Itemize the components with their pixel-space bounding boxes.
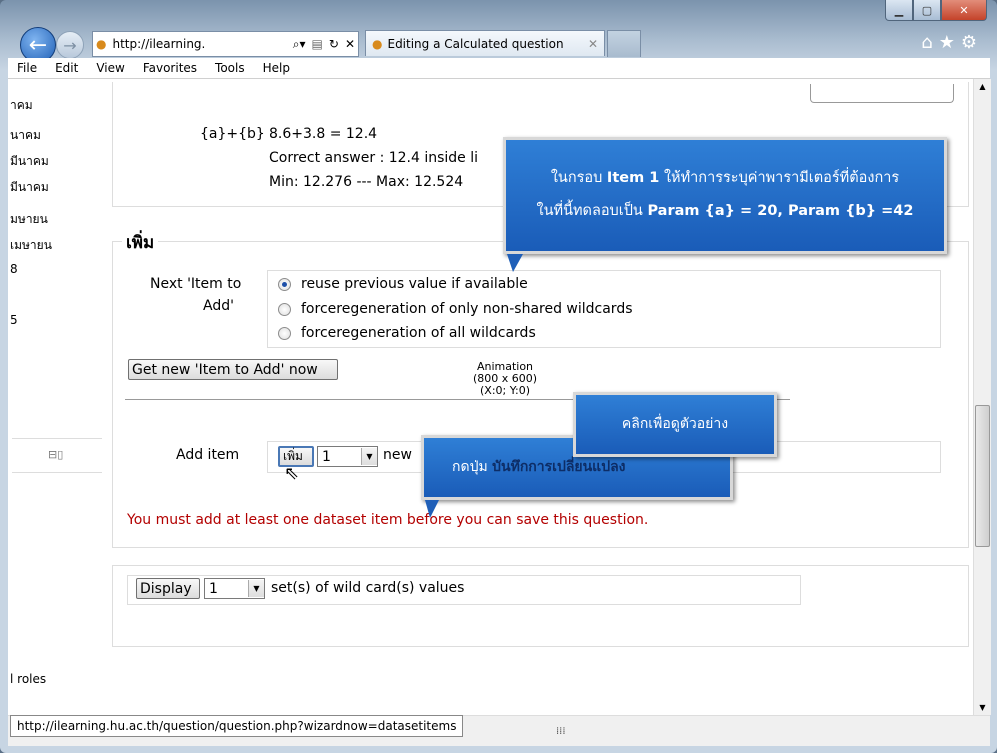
tab-close-icon[interactable]: ✕ [588, 37, 598, 51]
divider [12, 472, 102, 473]
scroll-up-icon[interactable]: ▲ [974, 79, 991, 91]
dropdown-arrow-icon[interactable]: ▼ [361, 448, 377, 465]
instruction-line-1: ในกรอบ Item 1 ให้ทำการระบุค่าพารามีเตอร์… [550, 170, 900, 186]
left-nav-roles-link[interactable]: l roles [10, 672, 46, 686]
save-callout-text: กดปุ่ม [452, 459, 493, 475]
add-count-value: 1 [322, 448, 331, 465]
left-nav-item[interactable]: มษายน [10, 210, 48, 229]
site-icon: ● [372, 36, 383, 51]
left-nav-item[interactable]: 8 [10, 262, 18, 276]
get-new-item-button[interactable]: Get new 'Item to Add' now [128, 359, 338, 380]
mouse-cursor-icon: ⇖ [284, 463, 300, 484]
radio-checked-icon[interactable] [278, 277, 291, 291]
left-nav-item[interactable]: มีนาคม [10, 152, 49, 171]
refresh-icon[interactable]: ↻ [326, 37, 342, 51]
instruction-line-2: ในที่นี้ทดลอบเป็น Param {a} = 20, Param … [536, 203, 914, 219]
instruction-callout: ในกรอบ Item 1 ให้ทำการระบุค่าพารามีเตอร์… [503, 137, 947, 254]
left-nav-item[interactable]: าคม [10, 96, 33, 115]
search-icon[interactable]: ⌕▾ [290, 37, 309, 52]
option-label: forceregeneration of all wildcards [301, 325, 536, 341]
toolbar-right-icons: ⌂★⚙ [921, 32, 983, 53]
scrollbar-thumb[interactable] [975, 405, 990, 547]
vertical-scrollbar[interactable]: ▲ ▼ [973, 79, 991, 715]
display-suffix: set(s) of wild card(s) values [271, 580, 465, 596]
stop-icon[interactable]: ✕ [342, 37, 358, 51]
home-icon[interactable]: ⌂ [921, 32, 938, 53]
next-item-label-2: Add' [203, 298, 234, 314]
correct-answer: Correct answer : 12.4 inside li [269, 150, 479, 166]
formula-calc: 8.6+3.8 = 12.4 [269, 126, 378, 142]
display-button[interactable]: Display [136, 578, 200, 599]
error-message: You must add at least one dataset item b… [127, 512, 649, 528]
address-bar[interactable]: ● http://ilearning. ⌕▾ ▤ ↻ ✕ [92, 31, 359, 57]
radio-icon[interactable] [278, 326, 291, 340]
add-new-suffix: new [383, 447, 412, 463]
menu-edit[interactable]: Edit [55, 61, 78, 75]
min-max: Min: 12.276 --- Max: 12.524 [269, 174, 464, 190]
divider [12, 438, 102, 439]
click-example-text: คลิกเพื่อดูตัวอย่าง [621, 416, 729, 432]
add-section-legend: เพิ่ม [122, 229, 159, 256]
minimize-button[interactable]: ▁ [885, 0, 913, 21]
option-reuse[interactable]: reuse previous value if available [278, 276, 528, 292]
menu-favorites[interactable]: Favorites [143, 61, 197, 75]
next-item-label: Next 'Item to [150, 276, 242, 292]
menu-help[interactable]: Help [263, 61, 290, 75]
menu-tools[interactable]: Tools [215, 61, 245, 75]
address-text: http://ilearning. [112, 37, 206, 51]
add-item-label: Add item [176, 447, 240, 463]
menu-view[interactable]: View [96, 61, 124, 75]
status-url: http://ilearning.hu.ac.th/question/quest… [10, 715, 464, 737]
window-controls: ▁ ▢ ✕ [885, 0, 987, 22]
display-count-select[interactable]: 1 ▼ [204, 578, 265, 599]
forward-arrow-icon: → [63, 35, 77, 55]
animation-coords: (X:0; Y:0) [480, 384, 530, 397]
save-callout-button-name: บันทึกการเปลี่ยนแปลง [492, 459, 626, 475]
forward-button[interactable]: → [56, 31, 84, 59]
scroll-grip-icon: ⁞⁞⁞ [556, 726, 566, 737]
scroll-down-icon[interactable]: ▼ [974, 703, 991, 712]
menu-file[interactable]: File [17, 61, 37, 75]
option-label: reuse previous value if available [301, 276, 528, 292]
compat-icon[interactable]: ▤ [309, 37, 326, 51]
select-partial[interactable] [810, 84, 954, 103]
close-window-button[interactable]: ✕ [941, 0, 987, 21]
gear-icon[interactable]: ⚙ [961, 32, 983, 53]
block-dock-icon[interactable]: ⊟▯ [48, 448, 63, 461]
left-nav-item[interactable]: เมษายน [10, 236, 52, 255]
left-nav-item[interactable]: 5 [10, 313, 18, 327]
tab-title: Editing a Calculated question [387, 36, 564, 51]
click-example-callout[interactable]: คลิกเพื่อดูตัวอย่าง [573, 392, 777, 457]
new-tab-button[interactable] [607, 30, 641, 57]
callout-pointer [425, 500, 439, 518]
dropdown-arrow-icon[interactable]: ▼ [248, 580, 264, 597]
favorites-star-icon[interactable]: ★ [939, 32, 961, 53]
site-icon: ● [96, 37, 107, 51]
option-nonshared[interactable]: forceregeneration of only non-shared wil… [278, 301, 633, 317]
option-all[interactable]: forceregeneration of all wildcards [278, 325, 536, 341]
radio-icon[interactable] [278, 302, 291, 316]
maximize-button[interactable]: ▢ [913, 0, 941, 21]
callout-pointer [507, 254, 523, 272]
animation-info: Animation (800 x 600) (X:0; Y:0) [465, 361, 545, 397]
tab-editing-question[interactable]: ● Editing a Calculated question ✕ [365, 30, 605, 56]
formula-expression: {a}+{b} [200, 126, 265, 142]
back-arrow-icon: ← [28, 32, 48, 58]
left-nav-item[interactable]: มีนาคม [10, 178, 49, 197]
display-count-value: 1 [209, 580, 218, 597]
menu-bar: File Edit View Favorites Tools Help [8, 58, 990, 79]
add-count-select[interactable]: 1 ▼ [317, 446, 378, 467]
left-nav-item[interactable]: นาคม [10, 126, 41, 145]
option-label: forceregeneration of only non-shared wil… [301, 301, 633, 317]
